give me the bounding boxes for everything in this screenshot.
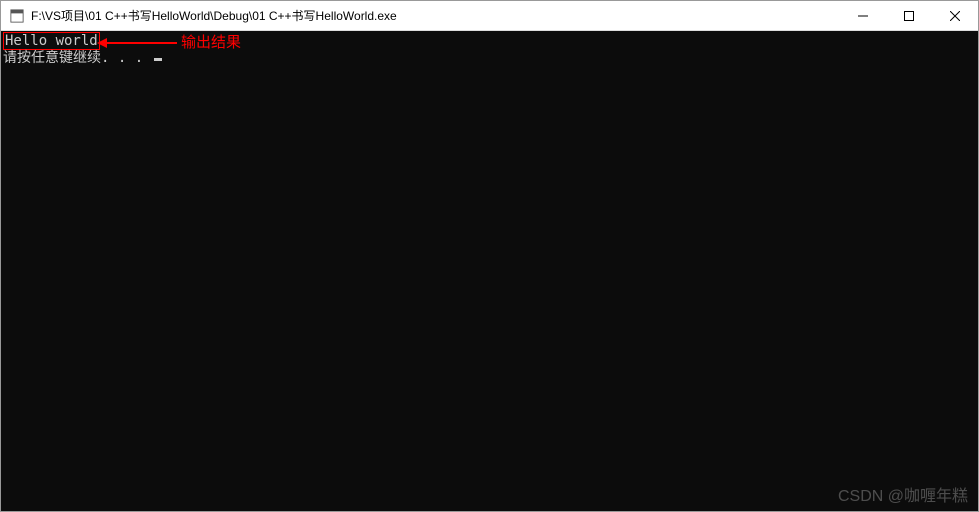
annotation-arrow: 输出结果 <box>97 35 241 51</box>
window-title: F:\VS项目\01 C++书写HelloWorld\Debug\01 C++书… <box>31 7 840 24</box>
close-button[interactable] <box>932 1 978 30</box>
prompt-text: 请按任意键继续. . . <box>3 50 152 66</box>
titlebar: F:\VS项目\01 C++书写HelloWorld\Debug\01 C++书… <box>1 1 978 31</box>
app-icon <box>9 8 25 24</box>
console-window: F:\VS项目\01 C++书写HelloWorld\Debug\01 C++书… <box>0 0 979 512</box>
arrow-left-icon <box>97 37 177 49</box>
minimize-button[interactable] <box>840 1 886 30</box>
output-line-1: Hello world <box>3 32 100 50</box>
output-line-2: 请按任意键继续. . . <box>3 50 976 66</box>
highlighted-output: Hello world <box>3 32 100 50</box>
window-controls <box>840 1 978 30</box>
cursor-icon <box>154 58 162 61</box>
annotation-label: 输出结果 <box>181 35 241 51</box>
console-output[interactable]: Hello world 输出结果 请按任意键继续. . . CSDN @咖喱年糕 <box>1 31 978 511</box>
maximize-button[interactable] <box>886 1 932 30</box>
watermark-text: CSDN @咖喱年糕 <box>838 489 968 505</box>
